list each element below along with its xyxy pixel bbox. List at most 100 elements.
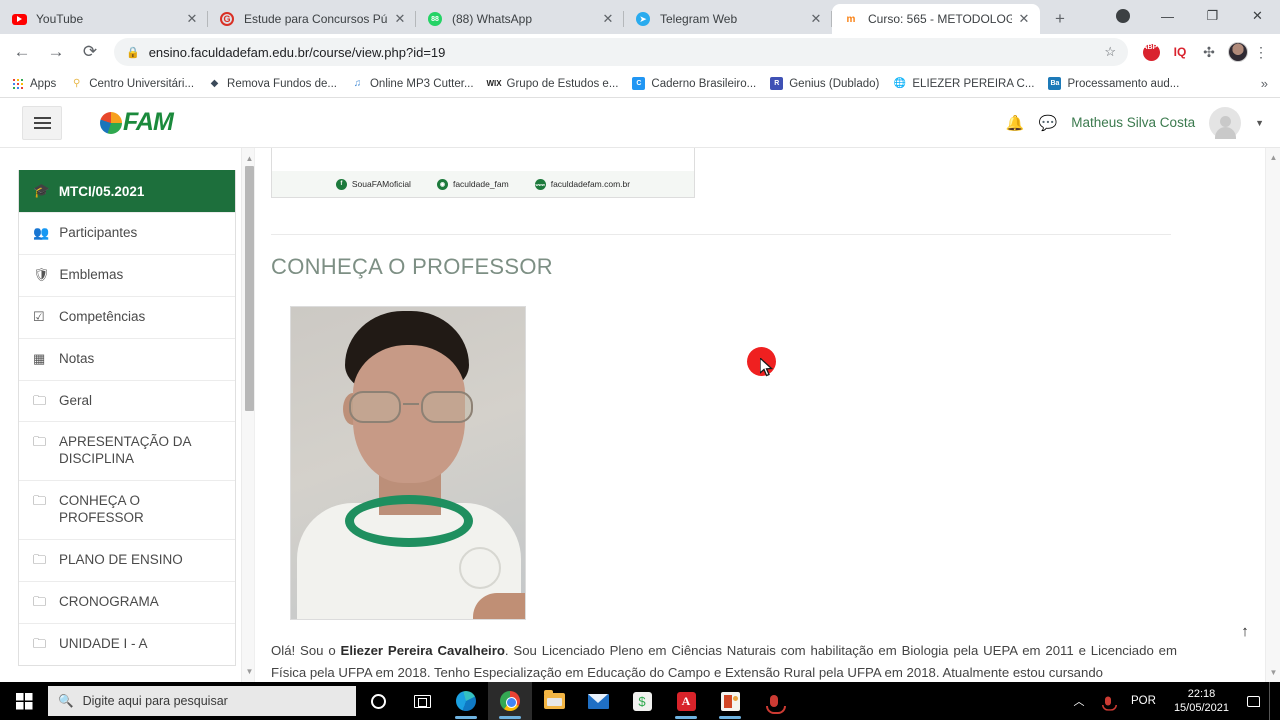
bookmark-eliezer-pereira[interactable]: 🌐 ELIEZER PEREIRA C...	[892, 78, 1035, 90]
back-to-top-button[interactable]: ↑	[1232, 618, 1258, 644]
tab-close-icon[interactable]: ✕	[600, 11, 616, 27]
instagram-icon: ◉	[436, 178, 448, 190]
chat-icon[interactable]: 💬	[1039, 114, 1058, 132]
sidebar-item-cronograma[interactable]: 🗀 CRONOGRAMA	[19, 580, 235, 623]
chevron-down-icon[interactable]: ▼	[1255, 118, 1264, 128]
grid-icon: ▦	[33, 350, 46, 366]
task-view-icon[interactable]	[400, 682, 444, 720]
folder-icon: 🗀	[33, 493, 47, 509]
iq-option-icon[interactable]: IQ	[1168, 40, 1192, 64]
user-name-label[interactable]: Matheus Silva Costa	[1071, 115, 1195, 130]
bookmark-star-icon[interactable]: ☆	[1104, 44, 1116, 60]
browser-tab-youtube[interactable]: YouTube ✕	[0, 4, 208, 34]
globe-icon: 🌐	[893, 78, 907, 89]
browser-tab-telegram[interactable]: ➤ Telegram Web ✕	[624, 4, 832, 34]
sidebar-item-emblemas[interactable]: 🛡 Emblemas	[19, 253, 235, 296]
extensions-puzzle-icon[interactable]: ✣	[1197, 40, 1221, 64]
tray-microphone-icon[interactable]	[1095, 682, 1121, 720]
browser-tab-moodle-curso[interactable]: m Curso: 565 - METODOLOGIA ✕	[832, 4, 1040, 34]
sidebar-item-label: Geral	[59, 392, 93, 408]
tab-close-icon[interactable]: ✕	[184, 11, 200, 27]
professor-name: Eliezer Pereira Cavalheiro	[340, 643, 505, 658]
show-desktop-button[interactable]	[1269, 682, 1275, 720]
cortana-circle-icon[interactable]	[356, 682, 400, 720]
forward-button[interactable]: →	[42, 38, 70, 66]
bookmark-label: Caderno Brasileiro...	[651, 77, 757, 90]
action-center-icon[interactable]	[1240, 682, 1266, 720]
browser-tab-gran-concursos[interactable]: G Estude para Concursos Públic ✕	[208, 4, 416, 34]
bookmark-online-mp3-cutter[interactable]: ♫ Online MP3 Cutter...	[350, 78, 474, 90]
hamburger-icon[interactable]	[22, 105, 62, 140]
sidebar-scrollbar-thumb[interactable]	[245, 166, 254, 411]
bookmark-centro-universitario[interactable]: ⚲ Centro Universitári...	[69, 78, 194, 90]
back-button[interactable]: ←	[8, 38, 36, 66]
sidebar-item-competencias[interactable]: ☑ Competências	[19, 295, 235, 338]
banner-social-label: SouaFAMoficial	[351, 179, 411, 189]
bookmark-caderno-brasileiro[interactable]: C Caderno Brasileiro...	[631, 77, 756, 90]
browser-menu-icon[interactable]: ⋮	[1250, 44, 1272, 61]
start-button[interactable]	[0, 682, 48, 720]
adblock-plus-icon[interactable]: ABP	[1139, 40, 1163, 64]
sidebar-item-notas[interactable]: ▦ Notas	[19, 337, 235, 380]
maximize-button[interactable]: ❐	[1190, 0, 1235, 32]
sidebar-item-label: Participantes	[59, 225, 138, 240]
address-bar[interactable]: 🔒 ensino.faculdadefam.edu.br/course/view…	[114, 38, 1128, 66]
sidebar-item-participantes[interactable]: 👥 Participantes	[19, 212, 235, 254]
tab-close-icon[interactable]: ✕	[1016, 11, 1032, 27]
globe-logo-icon	[100, 111, 122, 134]
close-window-button[interactable]: ✕	[1235, 0, 1280, 32]
sidebar-item-apresentacao-da-disciplina[interactable]: 🗀 APRESENTAÇÃO DA DISCIPLINA	[19, 421, 235, 480]
taskbar-search-input[interactable]: 🔍 Digite aqui para pesquisar	[48, 686, 356, 716]
bookmark-icon: ♫	[353, 78, 362, 89]
page-scrollbar[interactable]: ▲ ▼	[1265, 148, 1280, 682]
course-banner: Senha: Ra.n° de matricula Turno: Tarde f…	[271, 148, 695, 198]
moodle-icon: m	[846, 13, 856, 25]
sidebar-course-header[interactable]: 🎓 MTCI/05.2021	[19, 170, 235, 212]
taskbar-app-powerpoint[interactable]	[708, 682, 752, 720]
taskbar-app-adobe-acrobat[interactable]: A	[664, 682, 708, 720]
tray-clock[interactable]: 22:18 15/05/2021	[1166, 687, 1237, 715]
bookmarks-overflow-button[interactable]: »	[1261, 76, 1270, 91]
profile-shield-icon[interactable]	[1100, 0, 1145, 32]
bookmark-processamento-audio[interactable]: Ba Processamento aud...	[1047, 77, 1179, 90]
scroll-up-arrow-icon[interactable]: ▲	[1266, 150, 1280, 165]
fam-logo[interactable]: FAM	[100, 108, 174, 137]
page-title: CONHEÇA O PROFESSOR	[271, 254, 553, 279]
banner-socials: f SouaFAMoficial ◉ faculdade_fam www fac…	[272, 171, 694, 197]
bell-icon[interactable]: 🔔	[1006, 114, 1025, 132]
tray-language-indicator[interactable]: POR	[1124, 695, 1163, 707]
checkbox-icon: ☑	[33, 308, 45, 324]
taskbar-app-chrome[interactable]	[488, 682, 532, 720]
tab-title: Curso: 565 - METODOLOGIA	[868, 12, 1012, 26]
bookmark-icon: ◆	[210, 78, 219, 89]
professor-photo	[290, 306, 526, 620]
lock-icon: 🔒	[126, 46, 140, 59]
bookmark-remova-fundos[interactable]: ◆ Remova Fundos de...	[207, 78, 337, 90]
minimize-button[interactable]: —	[1145, 0, 1190, 32]
profile-avatar[interactable]	[1226, 40, 1250, 64]
windows-logo-icon	[15, 692, 33, 710]
taskbar-app-microphone[interactable]	[752, 682, 796, 720]
reload-button[interactable]: ⟳	[76, 38, 104, 66]
facebook-icon: f	[335, 178, 347, 190]
taskbar-app-mail[interactable]	[576, 682, 620, 720]
bookmark-grupo-estudos[interactable]: WIX Grupo de Estudos e...	[486, 78, 618, 90]
tray-chevron-up-icon[interactable]: ︿	[1066, 682, 1092, 720]
sidebar-item-conheca-o-professor[interactable]: 🗀 CONHEÇA O PROFESSOR	[19, 480, 235, 539]
folder-icon: 🗀	[33, 635, 47, 651]
scroll-down-arrow-icon[interactable]: ▼	[1266, 665, 1280, 680]
sidebar-item-unidade-i-a[interactable]: 🗀 UNIDADE I - A	[19, 622, 235, 665]
tab-close-icon[interactable]: ✕	[392, 11, 408, 27]
tab-close-icon[interactable]: ✕	[808, 11, 824, 27]
browser-tab-whatsapp[interactable]: 88 (88) WhatsApp ✕	[416, 4, 624, 34]
taskbar-app-edge[interactable]	[444, 682, 488, 720]
bookmark-apps[interactable]: Apps	[10, 77, 56, 90]
avatar[interactable]	[1209, 106, 1242, 139]
taskbar-app-file-explorer[interactable]	[532, 682, 576, 720]
sidebar-item-plano-de-ensino[interactable]: 🗀 PLANO DE ENSINO	[19, 538, 235, 581]
bookmark-genius-dublado[interactable]: R Genius (Dublado)	[769, 77, 879, 90]
sidebar-item-geral[interactable]: 🗀 Geral	[19, 379, 235, 422]
banner-social-label: faculdadefam.com.br	[550, 179, 631, 189]
taskbar-app-money[interactable]: $	[620, 682, 664, 720]
new-tab-button[interactable]: +	[1046, 5, 1074, 33]
